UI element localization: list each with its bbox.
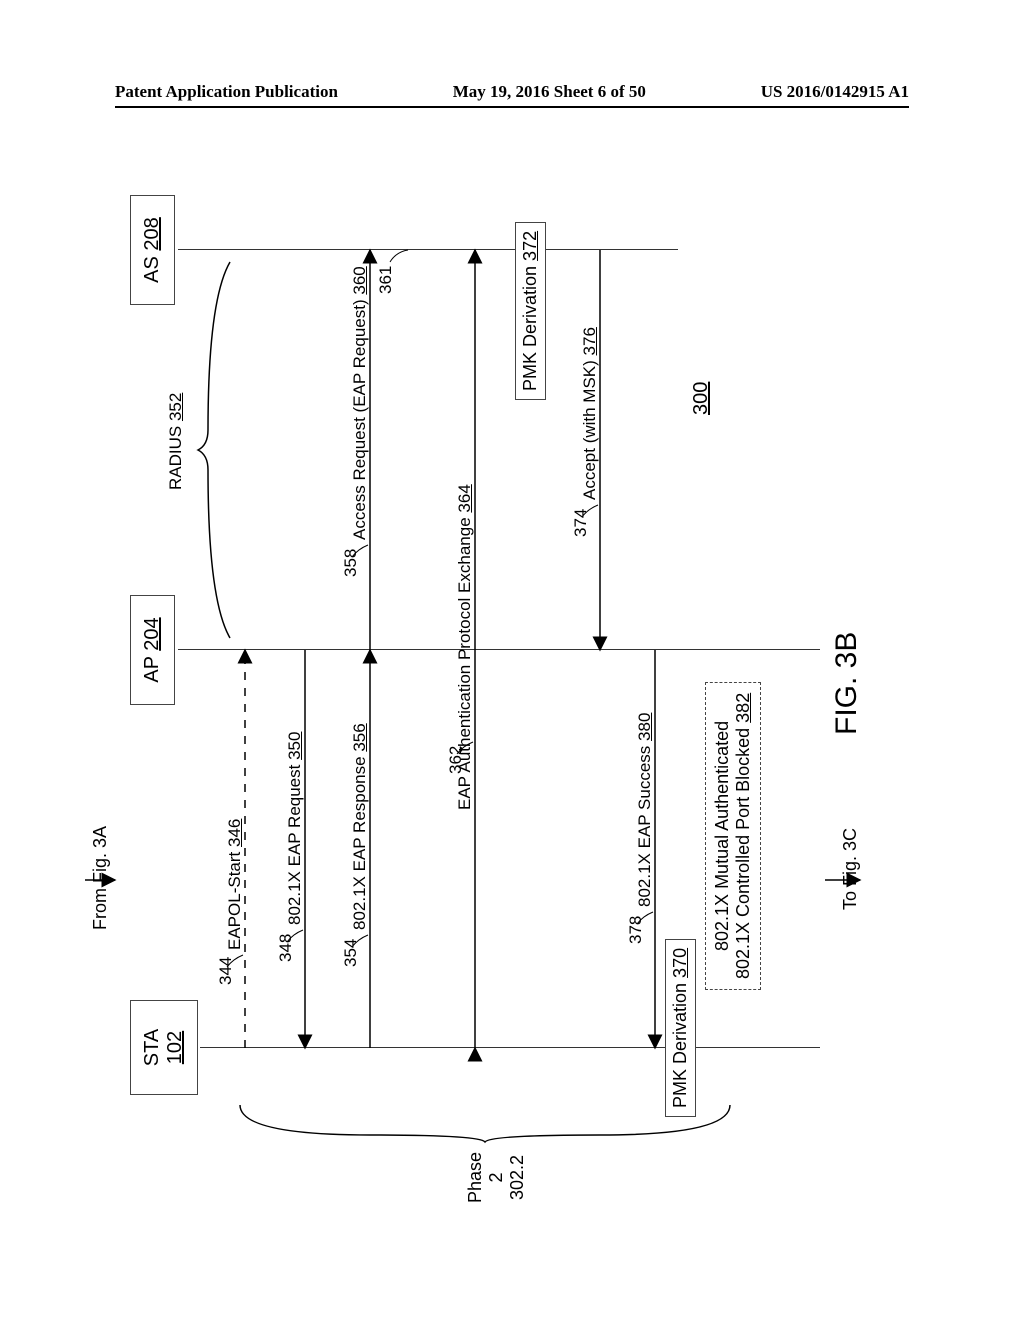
header-rule xyxy=(115,106,909,108)
hook-348: 348 xyxy=(276,934,296,962)
hook-358: 358 xyxy=(341,549,361,577)
radius-label: RADIUS 352 xyxy=(166,393,186,490)
figure-label: FIG. 3B xyxy=(830,632,864,735)
msg-eap-request: 802.1X EAP Request 350 xyxy=(285,732,305,925)
hook-362: 362 xyxy=(446,746,466,774)
hook-344: 344 xyxy=(216,957,236,985)
msg-eap-response: 802.1X EAP Response 356 xyxy=(350,723,370,930)
phase-label: Phase 2 302.2 xyxy=(465,1145,528,1210)
msg-eap-success: 802.1X EAP Success 380 xyxy=(635,713,655,907)
pmk-derivation-sta: PMK Derivation 370 xyxy=(665,939,696,1117)
hook-378: 378 xyxy=(626,916,646,944)
msg-eapol-start: EAPOL-Start 346 xyxy=(225,819,245,950)
hook-354: 354 xyxy=(341,939,361,967)
pmk-derivation-as: PMK Derivation 372 xyxy=(515,222,546,400)
hook-374: 374 xyxy=(571,509,591,537)
arrow-layer xyxy=(70,140,920,1210)
msg-accept: Accept (with MSK) 376 xyxy=(580,327,600,500)
figure-ref-300: 300 xyxy=(690,382,713,415)
header-right: US 2016/0142915 A1 xyxy=(761,82,909,102)
diagram: STA 102 AP 204 AS 208 From Fig. 3A To Fi… xyxy=(0,250,1024,1100)
status-box: 802.1X Mutual Authenticated 802.1X Contr… xyxy=(705,682,761,990)
status-line2: 802.1X Controlled Port Blocked 382 xyxy=(733,693,754,979)
hook-361: 361 xyxy=(376,266,396,294)
status-line1: 802.1X Mutual Authenticated xyxy=(712,693,733,979)
header-left: Patent Application Publication xyxy=(115,82,338,102)
header-center: May 19, 2016 Sheet 6 of 50 xyxy=(453,82,646,102)
msg-access-request: Access Request (EAP Request) 360 xyxy=(350,266,370,540)
